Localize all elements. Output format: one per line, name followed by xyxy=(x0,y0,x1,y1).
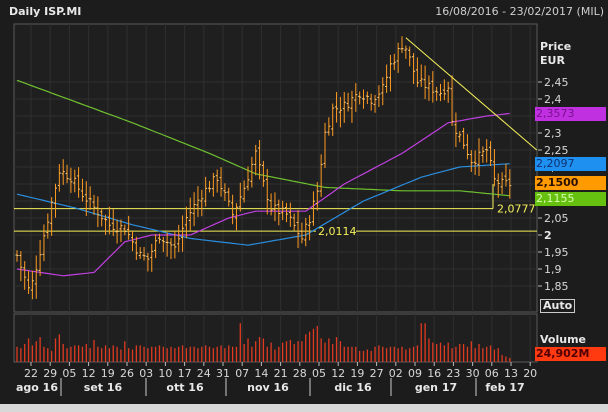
y-tick-label: 2,45 xyxy=(544,76,569,89)
price-volume-chart[interactable]: 1,851,91,9522,052,12,152,22,252,32,352,4… xyxy=(0,0,608,412)
last-price-tag: 2,1500 xyxy=(535,176,606,190)
y-tick-label: 1,95 xyxy=(544,246,569,259)
x-day-label: 06 xyxy=(485,367,499,380)
x-day-label: 31 xyxy=(216,367,230,380)
level-label: 2,0777 xyxy=(497,203,536,216)
x-day-label: 10 xyxy=(158,367,172,380)
sma-blue-tag: 2,2097 xyxy=(535,156,606,171)
currency-label: EUR xyxy=(540,54,565,67)
x-day-label: 17 xyxy=(178,367,192,380)
scrollbar[interactable] xyxy=(0,404,608,412)
x-day-label: 23 xyxy=(446,367,460,380)
y-tick-label: 1,85 xyxy=(544,280,569,293)
x-day-label: 07 xyxy=(235,367,249,380)
x-day-label: 09 xyxy=(408,367,422,380)
x-day-label: 29 xyxy=(43,367,57,380)
x-day-label: 27 xyxy=(370,367,384,380)
x-month-label: ago 16 xyxy=(16,381,58,394)
x-day-label: 28 xyxy=(293,367,307,380)
x-day-label: 12 xyxy=(331,367,345,380)
x-day-label: 14 xyxy=(254,367,268,380)
level-label: 2,0114 xyxy=(318,225,357,238)
y-tick-label: 2,25 xyxy=(544,144,569,157)
sma-magenta-tag: 2,3573 xyxy=(535,106,606,121)
y-tick-label: 2,05 xyxy=(544,212,569,225)
x-day-label: 05 xyxy=(62,367,76,380)
x-day-label: 22 xyxy=(24,367,38,380)
x-month-label: ott 16 xyxy=(166,381,204,394)
x-month-label: gen 17 xyxy=(415,381,457,394)
price-axis-label: Price xyxy=(540,40,571,53)
x-month-label: dic 16 xyxy=(334,381,372,394)
x-day-label: 16 xyxy=(427,367,441,380)
y-tick-label: 2,3 xyxy=(544,127,562,140)
x-day-label: 05 xyxy=(312,367,326,380)
x-month-label: set 16 xyxy=(84,381,123,394)
sma-green-tag: 2,1155 xyxy=(535,191,606,206)
y-tick-label: 2 xyxy=(544,229,552,242)
x-day-label: 30 xyxy=(466,367,480,380)
y-tick-label: 1,9 xyxy=(544,263,562,276)
x-day-label: 13 xyxy=(504,367,518,380)
x-day-label: 20 xyxy=(523,367,537,380)
x-day-label: 24 xyxy=(197,367,211,380)
x-day-label: 21 xyxy=(274,367,288,380)
auto-scale-button[interactable]: Auto xyxy=(540,299,576,313)
volume-tag: 24,902M xyxy=(535,347,606,361)
x-month-label: nov 16 xyxy=(247,381,289,394)
x-day-label: 19 xyxy=(350,367,364,380)
x-day-label: 26 xyxy=(120,367,134,380)
x-month-label: feb 17 xyxy=(485,381,524,394)
x-day-label: 12 xyxy=(82,367,96,380)
y-tick-label: 2,4 xyxy=(544,93,562,106)
volume-axis-label: Volume xyxy=(540,333,586,346)
x-day-label: 19 xyxy=(101,367,115,380)
